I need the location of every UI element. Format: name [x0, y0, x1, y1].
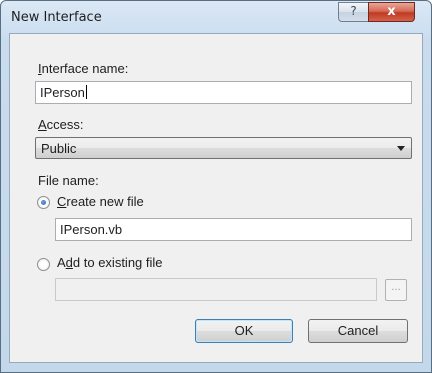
browse-button[interactable]: ... — [385, 279, 407, 301]
chevron-down-icon — [397, 146, 405, 151]
interface-name-label: Interface name: — [38, 61, 129, 76]
ok-button[interactable]: OK — [195, 319, 293, 343]
window-title: New Interface — [11, 10, 102, 25]
file-name-label: File name: — [38, 173, 99, 188]
close-icon: x — [387, 4, 396, 19]
add-to-existing-file-radio[interactable] — [37, 258, 50, 271]
interface-name-input[interactable]: IPerson — [35, 81, 412, 104]
title-bar[interactable]: New Interface ? x — [1, 1, 431, 33]
create-new-file-label[interactable]: Create new file — [57, 194, 144, 209]
new-file-name-input[interactable]: IPerson.vb — [55, 218, 412, 241]
add-to-existing-file-label[interactable]: Add to existing file — [57, 255, 163, 270]
help-icon: ? — [350, 4, 357, 18]
existing-file-input[interactable] — [55, 278, 377, 301]
dialog-window: New Interface ? x Interface name: IPerso… — [0, 0, 432, 373]
cancel-button[interactable]: Cancel — [308, 319, 408, 343]
dialog-body: Interface name: IPerson Access: Public F… — [9, 33, 423, 363]
close-button[interactable]: x — [368, 2, 415, 22]
create-new-file-radio[interactable] — [37, 196, 50, 209]
access-label: Access: — [38, 117, 84, 132]
access-select[interactable]: Public — [35, 137, 412, 159]
radio-selected-dot — [41, 200, 46, 205]
access-selected-value: Public — [41, 141, 77, 156]
text-caret — [85, 85, 87, 99]
help-button[interactable]: ? — [338, 2, 369, 22]
